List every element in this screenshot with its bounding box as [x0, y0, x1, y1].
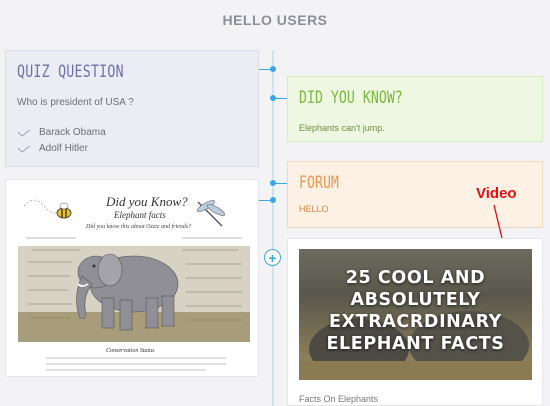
check-icon — [17, 129, 31, 137]
quiz-question: Who is president of USA ? — [17, 97, 134, 108]
grass-strip — [18, 312, 250, 342]
did-you-know-body: Elephants can't jump. — [299, 123, 385, 133]
quiz-option-label: Barack Obama — [39, 127, 106, 138]
video-card[interactable]: 25 COOL AND ABSOLUTELY EXTRACRDINARY ELE… — [287, 238, 543, 406]
elephant-infographic[interactable]: Did you Know? Elephant facts Did you kno… — [5, 179, 259, 377]
quiz-card: QUIZ QUESTION Who is president of USA ? … — [5, 50, 259, 167]
check-icon — [17, 145, 31, 153]
timeline-connector — [259, 69, 272, 70]
quiz-option[interactable]: Barack Obama — [17, 127, 106, 138]
video-caption: Facts On Elephants — [299, 394, 379, 404]
plus-icon: + — [268, 249, 277, 266]
timeline-line — [272, 50, 274, 406]
forum-body: HELLO — [299, 204, 329, 214]
infographic-footer-title: Conservation Status — [106, 348, 155, 354]
forum-title: FORUM — [299, 173, 339, 193]
video-annotation: Video — [476, 185, 517, 202]
quiz-title: QUIZ QUESTION — [17, 62, 124, 82]
quiz-option-label: Adolf Hitler — [39, 143, 88, 154]
bee-icon — [23, 199, 72, 219]
timeline-connector — [259, 200, 272, 201]
page-title: HELLO USERS — [222, 12, 328, 28]
did-you-know-title: DID YOU KNOW? — [299, 88, 403, 108]
video-thumbnail[interactable]: 25 COOL AND ABSOLUTELY EXTRACRDINARY ELE… — [299, 249, 532, 380]
did-you-know-card: DID YOU KNOW? Elephants can't jump. — [287, 76, 543, 142]
video-title-line: ELEPHANT FACTS — [326, 334, 505, 354]
infographic-subheading: Elephant facts — [113, 210, 166, 220]
timeline-connector — [274, 98, 287, 99]
video-title-line: ABSOLUTELY — [350, 290, 481, 310]
video-title-line: EXTRACRDINARY — [329, 312, 502, 332]
video-title-line: 25 COOL AND — [345, 268, 486, 288]
infographic-heading: Did you Know? — [105, 194, 188, 209]
add-post-button[interactable]: + — [264, 249, 281, 266]
timeline-connector — [274, 183, 287, 184]
video-title: 25 COOL AND ABSOLUTELY EXTRACRDINARY ELE… — [299, 267, 532, 355]
quiz-option[interactable]: Adolf Hitler — [17, 143, 88, 154]
dragonfly-icon — [196, 200, 226, 227]
footer-lines — [46, 357, 226, 371]
infographic-tagline: Did you know this about Ozzie and friend… — [85, 223, 191, 230]
